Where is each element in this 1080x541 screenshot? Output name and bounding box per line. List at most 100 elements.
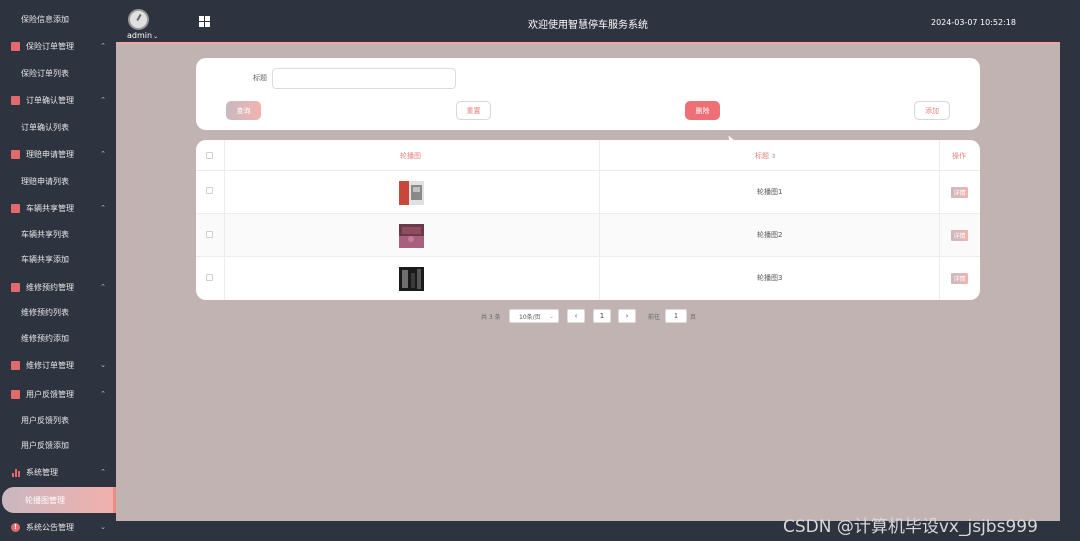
sidebar-item-label: 用户反馈管理 <box>26 389 74 399</box>
sidebar-item-order-confirm-list[interactable]: 订单确认列表 <box>0 114 116 140</box>
goto-page-input[interactable] <box>665 309 687 323</box>
watermark: CSDN @计算机毕设vx_jsjbs999 <box>783 517 1038 537</box>
column-header-title[interactable]: 标题 ⇕ <box>755 151 776 161</box>
checkbox-icon <box>11 389 20 399</box>
bar-chart-icon <box>11 468 20 477</box>
sidebar-item-label: 订单确认管理 <box>26 95 74 105</box>
menu-grid-icon[interactable] <box>199 16 210 27</box>
next-page-button[interactable]: › <box>618 309 636 323</box>
sidebar-item-label: 理赔申请列表 <box>21 176 69 186</box>
column-divider <box>224 140 225 300</box>
row-checkbox[interactable] <box>206 231 213 238</box>
checkbox-icon <box>11 282 20 292</box>
chevron-up-icon: ⌃ <box>100 390 106 398</box>
sidebar-item-feedback-add[interactable]: 用户反馈添加 <box>0 432 116 458</box>
add-button[interactable]: 添加 <box>914 101 950 120</box>
sidebar-item-label: 维修订单管理 <box>26 360 74 370</box>
sidebar-item-label: 保险订单列表 <box>21 68 69 78</box>
select-all-checkbox[interactable] <box>206 152 213 159</box>
sidebar-item-label: 保险订单管理 <box>26 41 74 51</box>
row-checkbox[interactable] <box>206 274 213 281</box>
checkbox-icon <box>11 203 20 213</box>
column-header-image: 轮播图 <box>400 152 421 160</box>
sidebar-group-repair-booking[interactable]: 维修预约管理 ⌃ <box>0 274 116 300</box>
table-row: 轮播图3 详情 <box>196 257 980 300</box>
page-size-select[interactable]: 10条/页 ⌄ <box>509 309 559 323</box>
column-divider <box>599 140 600 300</box>
row-title: 轮播图1 <box>757 188 783 196</box>
sidebar-group-insurance-orders[interactable]: 保险订单管理 ⌃ <box>0 33 116 59</box>
sidebar-group-claims[interactable]: 理赔申请管理 ⌃ <box>0 141 116 167</box>
sidebar-group-repair-orders[interactable]: 维修订单管理 ⌄ <box>0 352 116 378</box>
chevron-up-icon: ⌃ <box>100 468 106 476</box>
sort-icon[interactable]: ⇕ <box>771 153 776 160</box>
chevron-up-icon: ⌃ <box>100 283 106 291</box>
page-size-value: 10条/页 <box>519 313 541 321</box>
chevron-down-icon: ⌄ <box>548 312 554 320</box>
prev-page-button[interactable]: ‹ <box>567 309 585 323</box>
detail-button[interactable]: 详情 <box>951 273 968 284</box>
username: admin <box>127 31 153 40</box>
reset-button[interactable]: 重置 <box>456 101 491 120</box>
row-checkbox[interactable] <box>206 187 213 194</box>
page-1-button[interactable]: 1 <box>593 309 611 323</box>
query-button[interactable]: 查询 <box>226 101 261 120</box>
sidebar-item-label: 系统管理 <box>26 467 58 477</box>
detail-button[interactable]: 详情 <box>951 187 968 198</box>
sidebar-item-label: 理赔申请管理 <box>26 149 74 159</box>
sidebar-group-car-share[interactable]: 车辆共享管理 ⌃ <box>0 195 116 221</box>
title-label: 标题 <box>253 74 267 82</box>
sidebar-item-label: 用户反馈列表 <box>21 415 69 425</box>
sidebar-item-claims-list[interactable]: 理赔申请列表 <box>0 168 116 194</box>
chevron-up-icon: ⌃ <box>100 150 106 158</box>
column-header-title-label: 标题 <box>755 152 769 160</box>
sidebar-item-label: 车辆共享管理 <box>26 203 74 213</box>
sidebar-item-label: 轮播图管理 <box>25 495 65 505</box>
chevron-up-icon: ⌃ <box>100 204 106 212</box>
sidebar-item-car-share-list[interactable]: 车辆共享列表 <box>0 221 116 247</box>
chevron-down-icon: ⌄ <box>100 523 106 531</box>
sidebar-item-repair-booking-add[interactable]: 维修预约添加 <box>0 325 116 351</box>
sidebar: 保险信息添加 保险订单管理 ⌃ 保险订单列表 订单确认管理 ⌃ 订单确认列表 理赔申… <box>0 0 116 541</box>
row-title: 轮播图3 <box>757 274 783 282</box>
page-title: 欢迎使用智慧停车服务系统 <box>528 20 648 31</box>
goto-label: 前往 <box>648 314 661 321</box>
detail-button[interactable]: 详情 <box>951 230 968 241</box>
sidebar-group-system[interactable]: 系统管理 ⌃ <box>0 459 116 485</box>
delete-button[interactable]: 删除 <box>685 101 720 120</box>
checkbox-icon <box>11 95 20 105</box>
chevron-up-icon: ⌃ <box>100 96 106 104</box>
datetime: 2024-03-07 10:52:18 <box>931 18 1016 27</box>
alert-icon: ! <box>11 522 20 532</box>
checkbox-icon <box>11 41 20 51</box>
sidebar-item-feedback-list[interactable]: 用户反馈列表 <box>0 407 116 433</box>
row-title: 轮播图2 <box>757 231 783 239</box>
sidebar-item-label: 车辆共享添加 <box>21 254 69 264</box>
sidebar-item-label: 维修预约列表 <box>21 307 69 317</box>
data-table: 轮播图 标题 ⇕ 操作 轮播图1 详情 轮播图2 详情 轮播图3 详情 <box>196 140 980 300</box>
sidebar-item-insurance-add[interactable]: 保险信息添加 <box>0 6 116 32</box>
sidebar-item-label: 维修预约管理 <box>26 282 74 292</box>
sidebar-item-carousel[interactable]: 轮播图管理 <box>2 487 116 513</box>
checkbox-icon <box>11 360 20 370</box>
sidebar-group-announcements[interactable]: ! 系统公告管理 ⌄ <box>0 514 116 540</box>
sidebar-item-insurance-order-list[interactable]: 保险订单列表 <box>0 60 116 86</box>
sidebar-item-car-share-add[interactable]: 车辆共享添加 <box>0 246 116 272</box>
title-input[interactable] <box>272 68 456 89</box>
user-menu[interactable]: admin⌄ <box>127 31 158 40</box>
column-header-action: 操作 <box>952 152 966 160</box>
column-divider <box>939 140 940 300</box>
sidebar-group-feedback[interactable]: 用户反馈管理 ⌃ <box>0 381 116 407</box>
page-suffix: 页 <box>690 314 697 321</box>
checkbox-icon <box>11 149 20 159</box>
sidebar-group-order-confirm[interactable]: 订单确认管理 ⌃ <box>0 87 116 113</box>
right-strip <box>1060 0 1080 541</box>
chevron-up-icon: ⌃ <box>100 42 106 50</box>
sidebar-item-label: 保险信息添加 <box>21 14 69 24</box>
table-row: 轮播图1 详情 <box>196 171 980 214</box>
carousel-thumbnail <box>399 267 424 291</box>
sidebar-item-repair-booking-list[interactable]: 维修预约列表 <box>0 299 116 325</box>
avatar[interactable] <box>128 9 149 30</box>
carousel-thumbnail <box>399 181 424 205</box>
carousel-thumbnail <box>399 224 424 248</box>
